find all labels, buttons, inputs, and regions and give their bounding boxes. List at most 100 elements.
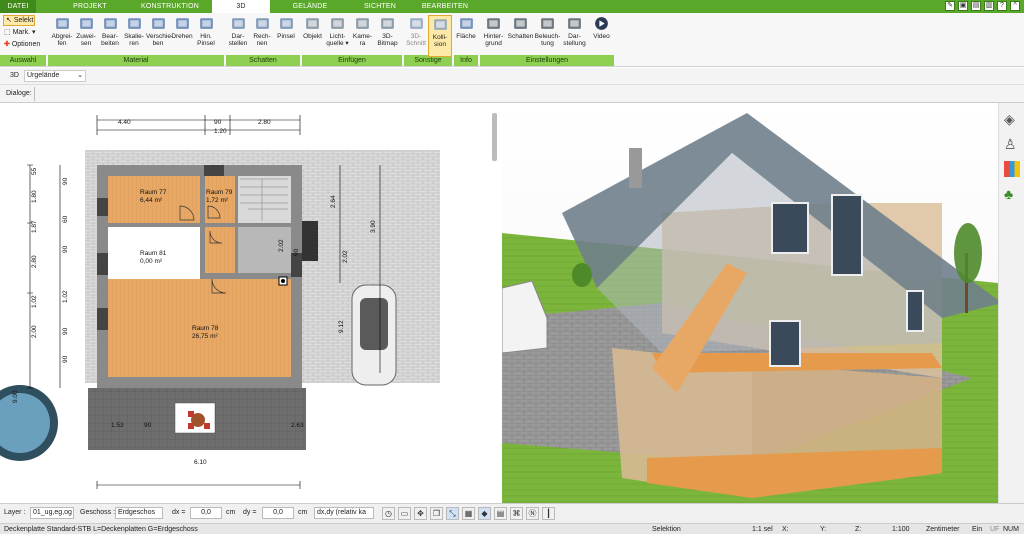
monitor-icon[interactable]: ▭	[398, 507, 411, 520]
tab-projekt[interactable]: PROJEKT	[60, 0, 120, 13]
geschoss-select[interactable]: Erdgeschos	[115, 507, 163, 519]
floor-plan-canvas[interactable]	[0, 103, 500, 503]
3d-view[interactable]	[502, 103, 998, 503]
bearbeiten-button[interactable]: Bear- beiten	[98, 15, 122, 57]
palette-icon[interactable]	[1004, 161, 1020, 177]
status-num: NUM	[1003, 526, 1019, 533]
collapse-icon[interactable]: ^	[1010, 1, 1020, 11]
window-3d	[769, 320, 801, 367]
move-icon[interactable]: ✥	[414, 507, 427, 520]
darstellung-button[interactable]: Dar- stellung	[561, 15, 588, 57]
tab-3d[interactable]: 3D	[212, 0, 270, 13]
status-unit: Zentimeter	[926, 526, 960, 533]
dimension-label: 90	[214, 119, 222, 126]
dx-input[interactable]: 0,0	[190, 507, 222, 519]
layers-icon[interactable]: ◈	[1004, 111, 1020, 127]
plan-scrollbar[interactable]	[492, 113, 497, 161]
chimney	[302, 221, 318, 261]
car-roof	[360, 298, 388, 350]
tab-datei[interactable]: DATEI	[0, 0, 36, 13]
hintergrund-button[interactable]: Hinter- grund	[480, 15, 507, 57]
lichtquelle-label: Licht- quelle ▾	[326, 33, 349, 47]
room-area: 0,00 m²	[140, 258, 163, 265]
chair-icon[interactable]: ♙	[1004, 136, 1020, 152]
dy-input[interactable]: 0,0	[262, 507, 294, 519]
rechnen-button[interactable]: Rech- nen	[250, 15, 274, 57]
grid-icon[interactable]: ▦	[462, 507, 475, 520]
skalieren-button[interactable]: Skalie- ren	[122, 15, 146, 57]
bearbeiten-label: Bear- beiten	[101, 33, 119, 47]
tab-sichten[interactable]: SICHTEN	[350, 0, 410, 13]
layout-icon[interactable]: ▥	[984, 1, 994, 11]
hintergrund-label: Hinter- grund	[483, 33, 504, 47]
dialog-bar: Dialoge:	[0, 85, 1024, 103]
dimension-label: 6.10	[194, 459, 207, 466]
video-button[interactable]: Video	[588, 15, 615, 57]
hin-pinsel-button[interactable]: Hin. Pinsel	[194, 15, 218, 57]
lichtquelle-icon	[331, 18, 344, 29]
print-icon[interactable]: ▤	[971, 1, 981, 11]
abgreifen-button[interactable]: Abgrei- fen	[50, 15, 74, 57]
dimension-label: 2.02	[342, 250, 349, 263]
tab-bearbeiten[interactable]: BEARBEITEN	[415, 0, 475, 13]
room-area: 26,75 m²	[192, 333, 218, 340]
zuweisen-button[interactable]: Zuwei- sen	[74, 15, 98, 57]
drehen-button[interactable]: Drehen	[170, 15, 194, 57]
pinsel-button[interactable]: Pinsel	[274, 15, 298, 57]
dimension-label: 60	[62, 215, 69, 223]
dimension-label: 2.00	[31, 325, 38, 338]
terrain-select[interactable]: Urgelände ⌄	[24, 70, 86, 82]
tab-gelaende[interactable]: GELÄNDE	[280, 0, 340, 13]
optionen-button[interactable]: ✚ Optionen	[4, 40, 50, 50]
layers-icon[interactable]: ◆	[478, 507, 491, 520]
dimension-label: 9.12	[338, 320, 345, 333]
darstellen-button[interactable]: Dar- stellen	[226, 15, 250, 57]
window	[97, 198, 108, 216]
kamera-button[interactable]: Kame- ra	[350, 15, 375, 57]
snap-icon[interactable]: ⤡	[446, 507, 459, 520]
lichtquelle-button[interactable]: Licht- quelle ▾	[325, 15, 350, 57]
flaeche-button[interactable]: Fläche	[454, 15, 478, 57]
objekt-button[interactable]: Objekt	[300, 15, 325, 57]
tab-konstruktion[interactable]: KONSTRUKTION	[130, 0, 210, 13]
verschieben-button[interactable]: Verschie- ben	[146, 15, 173, 57]
status-sel: 1:1 sel	[752, 526, 773, 533]
mark-button[interactable]: ⬚ Mark. ▾	[4, 28, 44, 38]
3d-schnitt-button[interactable]: 3D- Schnitt	[404, 15, 428, 57]
drehen-icon	[175, 18, 189, 29]
drehen-label: Drehen	[171, 33, 193, 40]
schatten-label: Schatten	[507, 33, 534, 40]
floor-plan-view[interactable]: Raum 77 6,44 m² Raum 79 1,72 m² Raum 81 0,00 …	[0, 103, 500, 503]
coord-mode-select[interactable]: dx,dy (relativ ka	[314, 507, 374, 519]
dx-value: 0,0	[201, 509, 211, 516]
save-icon[interactable]: ▣	[958, 1, 968, 11]
layer-select[interactable]: 01_ug,eg,og	[30, 507, 74, 519]
circle-n-icon[interactable]: Ⓝ	[526, 507, 539, 520]
magnet-icon[interactable]: ⌘	[510, 507, 523, 520]
window-3d	[831, 194, 863, 276]
shrub	[572, 263, 592, 287]
3d-canvas[interactable]	[502, 103, 998, 503]
help-icon[interactable]: ?	[997, 1, 1007, 11]
hintergrund-icon	[487, 18, 500, 29]
tree-icon[interactable]: ♣	[1004, 186, 1020, 202]
status-scale: 1:100	[892, 526, 910, 533]
3d-bitmap-button[interactable]: 3D- Bitmap	[375, 15, 400, 57]
dimension-label: 2.63	[291, 422, 304, 429]
cursor-icon[interactable]: ┃	[542, 507, 555, 520]
selekt-button[interactable]: ↖ Selekt	[3, 15, 35, 26]
clock-icon[interactable]: ◷	[382, 507, 395, 520]
room-name: Raum 79	[206, 189, 233, 196]
objekt-icon	[306, 18, 319, 29]
stair-area	[238, 176, 291, 223]
schatten-button[interactable]: Schatten	[507, 15, 534, 57]
pin-icon[interactable]: ✎	[945, 1, 955, 11]
copy-icon[interactable]: ❐	[430, 507, 443, 520]
dimension-label: 90	[144, 422, 152, 429]
chair	[204, 423, 210, 429]
stack-icon[interactable]: ▤	[494, 507, 507, 520]
3d-schnitt-icon	[409, 18, 423, 29]
kollision-button[interactable]: Kolli- sion	[428, 15, 452, 57]
3d-schnitt-label: 3D- Schnitt	[406, 33, 426, 47]
beleuchtung-button[interactable]: Beleuch- tung	[534, 15, 561, 57]
